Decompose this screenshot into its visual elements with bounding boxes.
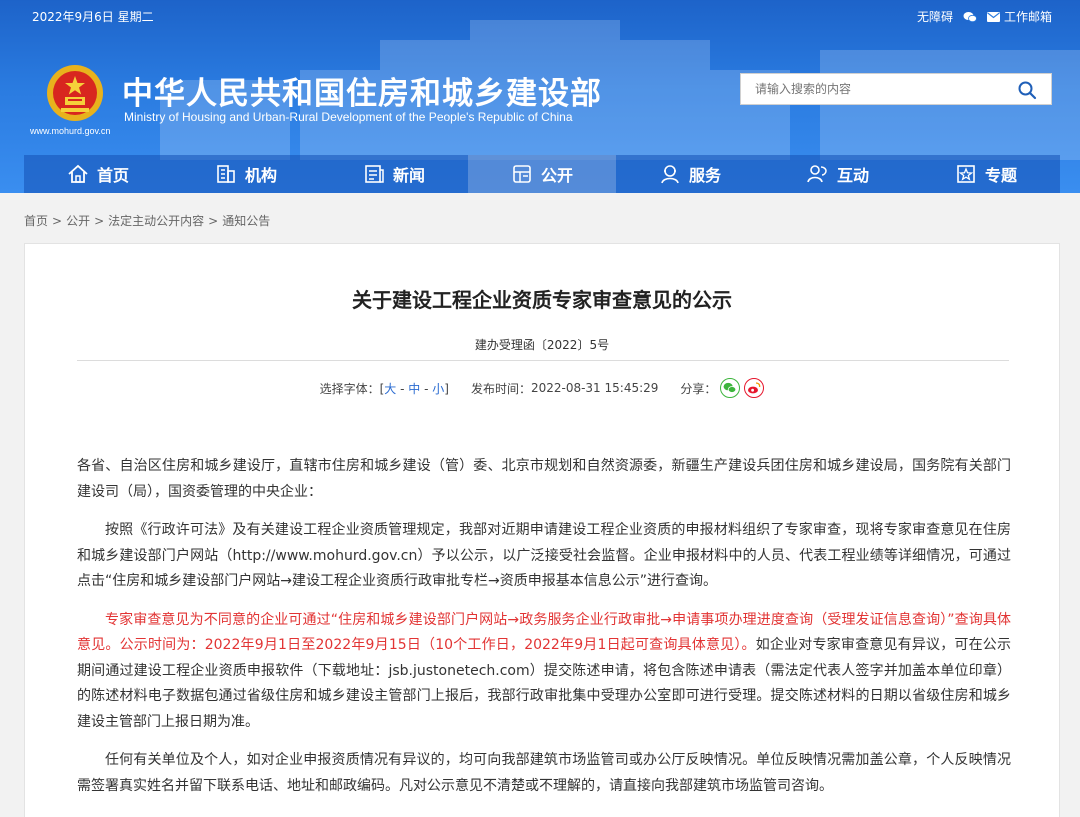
font-size-small[interactable]: 小 [432, 382, 444, 396]
breadcrumb-separator: > [94, 214, 105, 228]
breadcrumb: 首页 > 公开 > 法定主动公开内容 > 通知公告 [24, 212, 270, 229]
current-date: 2022年9月6日 星期二 [32, 10, 154, 24]
top-links: 无障碍 工作邮箱 [917, 8, 1052, 25]
article-body: 各省、自治区住房和城乡建设厅，直辖市住房和城乡建设（管）委、北京市规划和自然资源… [77, 454, 1011, 812]
weibo-share-icon[interactable] [744, 378, 765, 398]
breadcrumb-disclosure[interactable]: 公开 [66, 214, 90, 228]
publish-time: 2022-08-31 15:45:29 [530, 381, 659, 395]
topic-icon [957, 165, 975, 183]
nav-label: 首页 [96, 166, 129, 185]
nav-item-organization[interactable]: 机构 [172, 155, 320, 193]
search-icon[interactable] [1017, 80, 1037, 100]
news-icon [365, 165, 384, 183]
nav-item-interaction[interactable]: 互动 [764, 155, 912, 193]
font-size-large[interactable]: 大 [384, 382, 396, 396]
organization-icon [217, 165, 235, 183]
mail-icon [986, 11, 1000, 22]
nav-item-news[interactable]: 新闻 [320, 155, 468, 193]
breadcrumb-statutory[interactable]: 法定主动公开内容 [108, 214, 204, 228]
article-title: 关于建设工程企业资质专家审查意见的公示 [352, 288, 732, 312]
document-number: 建办受理函〔2022〕5号 [474, 338, 610, 352]
accessibility-link[interactable]: 无障碍 [917, 8, 953, 25]
nav-label: 专题 [984, 166, 1017, 185]
work-mail-label: 工作邮箱 [1003, 10, 1052, 24]
disclosure-icon [513, 165, 531, 183]
publish-label: 发布时间： [470, 381, 531, 396]
breadcrumb-separator: > [208, 214, 219, 228]
divider [77, 360, 1009, 361]
nav-label: 互动 [836, 166, 869, 185]
nav-label: 新闻 [392, 166, 425, 185]
nav-label: 服务 [688, 166, 721, 185]
site-url: www.mohurd.gov.cn [30, 126, 111, 136]
wechat-icon[interactable] [963, 11, 977, 23]
nav-label: 公开 [540, 166, 573, 185]
service-icon [661, 165, 679, 184]
interaction-icon [807, 165, 827, 183]
nav-item-topic[interactable]: 专题 [912, 155, 1060, 193]
paragraph-addressees: 各省、自治区住房和城乡建设厅，直辖市住房和城乡建设（管）委、北京市规划和自然资源… [77, 458, 1011, 500]
font-size-medium[interactable]: 中 [408, 382, 420, 396]
nav-item-home[interactable]: 首页 [24, 155, 172, 193]
search-box [740, 73, 1052, 105]
breadcrumb-home[interactable]: 首页 [24, 214, 48, 228]
paragraph-objection: 专家审查意见为不同意的企业可通过“住房和城乡建设部门户网站→政务服务企业行政审批… [77, 608, 1011, 736]
article-panel: 关于建设工程企业资质专家审查意见的公示 建办受理函〔2022〕5号 选择字体：[… [24, 243, 1060, 817]
nav-label: 机构 [244, 166, 277, 185]
font-size-separator: - [420, 381, 433, 396]
font-size-selector: 选择字体：[大 - 中 - 小] [320, 380, 449, 397]
site-title[interactable]: 中华人民共和国住房和城乡建设部 [122, 68, 602, 113]
wechat-share-icon[interactable] [720, 378, 741, 398]
font-size-separator: - [396, 381, 409, 396]
font-size-label: 选择字体：[ [319, 381, 385, 396]
top-bar: 2022年9月6日 星期二 无障碍 工作邮箱 [0, 0, 1080, 30]
work-mail-link[interactable]: 工作邮箱 [986, 8, 1052, 25]
breadcrumb-notice[interactable]: 通知公告 [222, 214, 270, 228]
font-size-close: ] [444, 381, 449, 396]
main-nav: 首页 机构 新闻 公开 服务 互动 专题 [24, 155, 1060, 193]
nav-item-service[interactable]: 服务 [616, 155, 764, 193]
nav-item-disclosure[interactable]: 公开 [468, 155, 616, 193]
search-input[interactable] [741, 74, 1011, 104]
share-label: 分享： [680, 381, 717, 396]
site-subtitle: Ministry of Housing and Urban-Rural Deve… [124, 110, 573, 124]
paragraph-complaint: 任何有关单位及个人，如对企业申报资质情况有异议的，均可向我部建筑市场监管司或办公… [77, 752, 1011, 794]
breadcrumb-separator: > [52, 214, 63, 228]
paragraph-basis: 按照《行政许可法》及有关建设工程企业资质管理规定，我部对近期申请建设工程企业资质… [77, 522, 1011, 589]
national-emblem-icon[interactable] [46, 64, 104, 122]
home-icon [68, 164, 88, 183]
article-meta: 选择字体：[大 - 中 - 小] 发布时间： 2022-08-31 15:45:… [25, 378, 1059, 398]
site-header: 2022年9月6日 星期二 无障碍 工作邮箱 www.mohurd.gov.cn… [0, 0, 1080, 193]
